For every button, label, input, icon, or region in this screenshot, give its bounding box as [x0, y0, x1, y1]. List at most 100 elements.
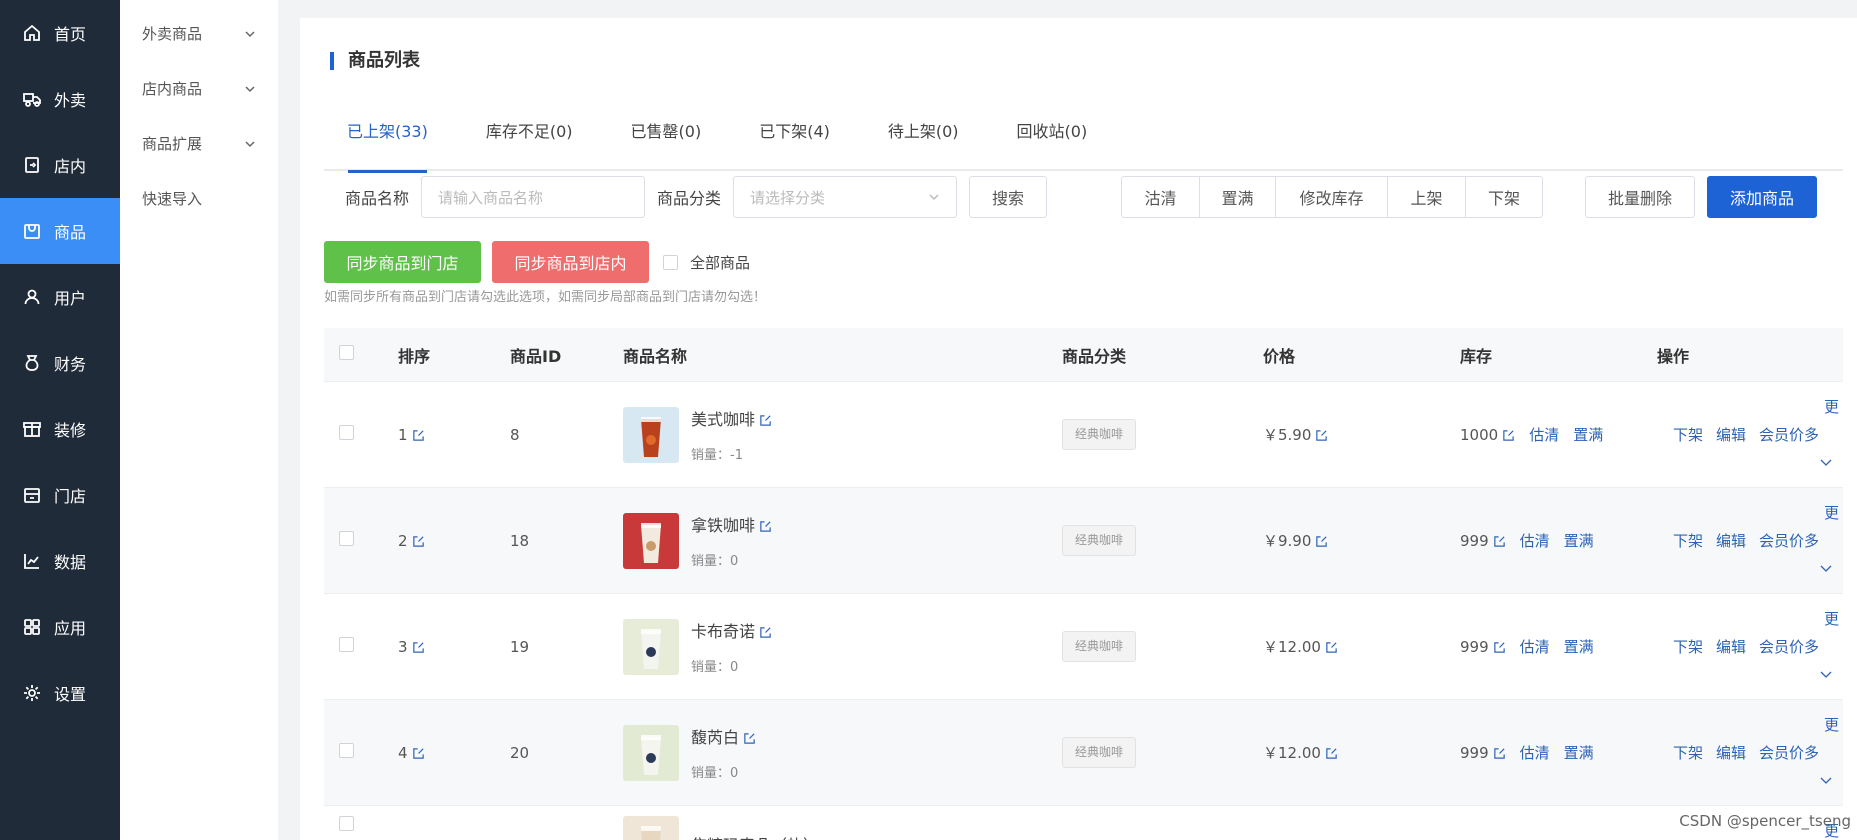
nav-item-goods[interactable]: 商品: [0, 198, 120, 264]
edit-icon[interactable]: [759, 626, 772, 639]
tab-off-shelf[interactable]: 已下架(4): [736, 114, 853, 171]
submenu-item-instore-goods[interactable]: 店内商品: [120, 61, 278, 116]
member-price-link[interactable]: 会员价多: [1759, 744, 1819, 762]
unshelve-link[interactable]: 下架: [1673, 532, 1703, 550]
all-products-label: 全部商品: [690, 253, 751, 272]
stock-value: 999: [1460, 532, 1489, 550]
edit-icon[interactable]: [743, 732, 756, 745]
sell-out-link[interactable]: 估清: [1520, 744, 1550, 762]
tab-sold-out[interactable]: 已售罄(0): [608, 114, 725, 171]
edit-icon[interactable]: [412, 641, 425, 654]
edit-link[interactable]: 编辑: [1716, 532, 1746, 550]
chevron-down-icon[interactable]: [1819, 667, 1833, 681]
gear-icon: [24, 685, 40, 701]
category-filter-label: 商品分类: [657, 189, 722, 208]
all-products-checkbox[interactable]: [663, 254, 678, 270]
product-name-input[interactable]: 请输入商品名称: [421, 176, 646, 218]
chart-icon: [24, 554, 39, 569]
edit-icon[interactable]: [759, 520, 772, 533]
unshelve-button[interactable]: 下架: [1465, 176, 1543, 218]
batch-delete-button[interactable]: 批量删除: [1585, 176, 1695, 218]
product-name: 馥芮白: [691, 728, 740, 747]
fill-stock-link[interactable]: 置满: [1564, 532, 1594, 550]
nav-item-user[interactable]: 用户: [0, 264, 120, 330]
search-button[interactable]: 搜索: [969, 176, 1048, 218]
nav-item-finance[interactable]: 财务: [0, 330, 120, 396]
tab-on-shelf[interactable]: 已上架(33): [324, 114, 451, 173]
sell-out-link[interactable]: 估清: [1520, 638, 1550, 656]
row-checkbox[interactable]: [339, 816, 354, 831]
nav-item-data[interactable]: 数据: [0, 528, 120, 594]
home-icon: [24, 24, 40, 41]
unshelve-link[interactable]: 下架: [1673, 638, 1703, 656]
sync-to-instore-button[interactable]: 同步商品到店内: [492, 241, 649, 283]
category-tag: 经典咖啡: [1062, 631, 1137, 662]
submenu-item-goods-extension[interactable]: 商品扩展: [120, 116, 278, 171]
edit-icon[interactable]: [1493, 535, 1506, 548]
edit-icon[interactable]: [412, 747, 425, 760]
nav-item-decorate[interactable]: 装修: [0, 396, 120, 462]
user-icon: [24, 289, 40, 305]
sell-out-link[interactable]: 估清: [1520, 532, 1550, 550]
select-all-checkbox[interactable]: [339, 345, 354, 360]
nav-item-delivery[interactable]: 外卖: [0, 66, 120, 132]
edit-icon[interactable]: [1493, 747, 1506, 760]
edit-icon[interactable]: [1502, 429, 1515, 442]
member-price-link[interactable]: 会员价多: [1759, 638, 1819, 656]
chevron-down-icon: [245, 140, 255, 147]
submenu-label: 外卖商品: [142, 25, 203, 43]
member-price-link[interactable]: 会员价多: [1759, 426, 1819, 444]
more-link[interactable]: 更: [1824, 396, 1839, 417]
fill-stock-link[interactable]: 置满: [1564, 638, 1594, 656]
chevron-down-icon[interactable]: [1819, 773, 1833, 787]
tab-low-stock[interactable]: 库存不足(0): [463, 114, 596, 171]
edit-link[interactable]: 编辑: [1716, 638, 1746, 656]
shelve-button[interactable]: 上架: [1387, 176, 1466, 218]
chevron-down-icon[interactable]: [1819, 561, 1833, 575]
nav-label: 应用: [54, 619, 87, 638]
tab-pending[interactable]: 待上架(0): [865, 114, 982, 171]
edit-stock-button[interactable]: 修改库存: [1275, 176, 1388, 218]
edit-icon[interactable]: [1315, 535, 1328, 548]
member-price-link[interactable]: 会员价多: [1759, 532, 1819, 550]
more-link[interactable]: 更: [1824, 608, 1839, 629]
edit-icon[interactable]: [1493, 641, 1506, 654]
more-link[interactable]: 更: [1824, 502, 1839, 523]
row-checkbox[interactable]: [339, 425, 354, 440]
fill-stock-link[interactable]: 置满: [1573, 426, 1603, 444]
edit-icon[interactable]: [412, 535, 425, 548]
submenu-item-delivery-goods[interactable]: 外卖商品: [120, 6, 278, 61]
nav-label: 外卖: [54, 91, 87, 110]
nav-item-apps[interactable]: 应用: [0, 594, 120, 660]
category-tag: 经典咖啡: [1062, 419, 1137, 450]
row-checkbox[interactable]: [339, 743, 354, 758]
unshelve-link[interactable]: 下架: [1673, 744, 1703, 762]
fill-stock-button[interactable]: 置满: [1199, 176, 1276, 218]
edit-link[interactable]: 编辑: [1716, 426, 1746, 444]
edit-icon[interactable]: [1325, 747, 1338, 760]
row-checkbox[interactable]: [339, 637, 354, 652]
edit-icon[interactable]: [1315, 429, 1328, 442]
more-link[interactable]: 更: [1824, 714, 1839, 735]
edit-icon[interactable]: [759, 414, 772, 427]
edit-link[interactable]: 编辑: [1716, 744, 1746, 762]
edit-icon[interactable]: [1325, 641, 1338, 654]
add-product-button[interactable]: 添加商品: [1707, 176, 1817, 218]
sell-out-link[interactable]: 估清: [1529, 426, 1559, 444]
fill-stock-link[interactable]: 置满: [1564, 744, 1594, 762]
sync-to-store-button[interactable]: 同步商品到门店: [324, 241, 481, 283]
nav-item-settings[interactable]: 设置: [0, 660, 120, 726]
nav-item-instore[interactable]: 店内: [0, 132, 120, 198]
category-select[interactable]: 请选择分类: [733, 176, 958, 218]
chevron-down-icon[interactable]: [1819, 455, 1833, 469]
tab-recycle-bin[interactable]: 回收站(0): [994, 114, 1111, 171]
row-checkbox[interactable]: [339, 531, 354, 546]
nav-item-home[interactable]: 首页: [0, 0, 120, 66]
edit-icon[interactable]: [412, 429, 425, 442]
submenu-item-quick-import[interactable]: 快速导入: [120, 171, 278, 226]
nav-item-shop[interactable]: 门店: [0, 462, 120, 528]
product-name: 卡布奇诺: [691, 622, 756, 641]
unshelve-link[interactable]: 下架: [1673, 426, 1703, 444]
sell-out-button[interactable]: 沽清: [1121, 176, 1200, 218]
stock-action-group: 沽清 置满 修改库存 上架 下架: [1121, 176, 1543, 218]
